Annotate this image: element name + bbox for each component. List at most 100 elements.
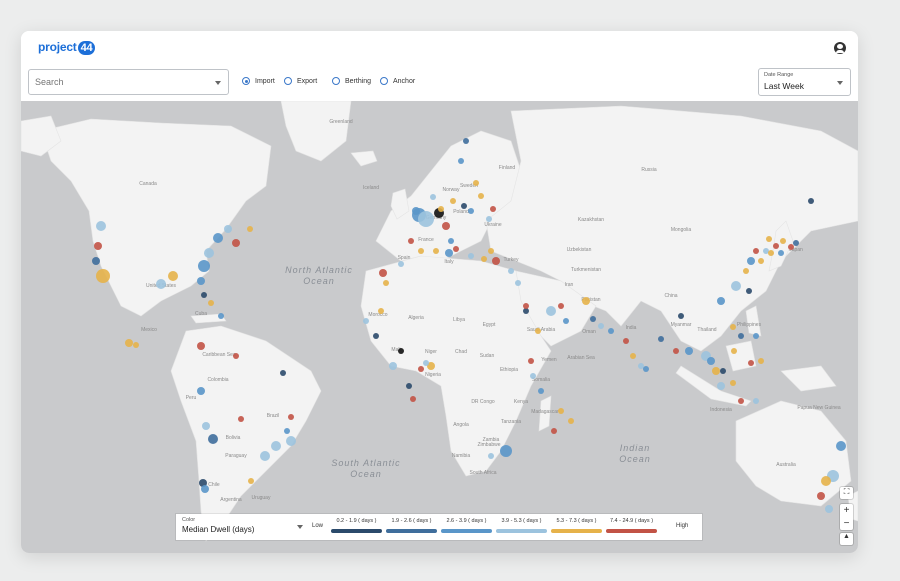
port-marker[interactable] <box>731 348 737 354</box>
zoom-out-button[interactable]: − <box>840 517 853 530</box>
port-marker[interactable] <box>238 416 244 422</box>
port-marker[interactable] <box>546 306 556 316</box>
compass-button[interactable]: ▲ <box>840 533 853 545</box>
port-marker[interactable] <box>758 358 764 364</box>
port-marker[interactable] <box>808 198 814 204</box>
port-marker[interactable] <box>92 257 100 265</box>
port-marker[interactable] <box>730 380 736 386</box>
port-marker[interactable] <box>793 240 799 246</box>
port-marker[interactable] <box>94 242 102 250</box>
map-canvas[interactable]: CanadaUnited StatesMexicoCubaCaribbean S… <box>21 101 858 553</box>
port-marker[interactable] <box>389 362 397 370</box>
port-marker[interactable] <box>490 206 496 212</box>
port-marker[interactable] <box>821 476 831 486</box>
port-marker[interactable] <box>418 366 424 372</box>
search-input[interactable] <box>29 70 211 94</box>
port-marker[interactable] <box>423 360 429 366</box>
port-marker[interactable] <box>530 373 536 379</box>
port-marker[interactable] <box>500 445 512 457</box>
port-marker[interactable] <box>383 280 389 286</box>
port-marker[interactable] <box>836 441 846 451</box>
chevron-down-icon[interactable] <box>837 81 843 85</box>
port-marker[interactable] <box>551 428 557 434</box>
port-marker[interactable] <box>582 297 590 305</box>
port-marker[interactable] <box>747 257 755 265</box>
port-marker[interactable] <box>197 342 205 350</box>
port-marker[interactable] <box>468 253 474 259</box>
port-marker[interactable] <box>538 388 544 394</box>
chevron-down-icon[interactable] <box>215 81 221 85</box>
port-marker[interactable] <box>445 249 453 257</box>
port-marker[interactable] <box>458 158 464 164</box>
port-marker[interactable] <box>535 328 541 334</box>
port-marker[interactable] <box>218 313 224 319</box>
radio-icon[interactable] <box>380 77 388 85</box>
radio-import[interactable]: Import <box>242 77 275 85</box>
port-marker[interactable] <box>363 318 369 324</box>
port-marker[interactable] <box>488 248 494 254</box>
port-marker[interactable] <box>486 216 492 222</box>
port-marker[interactable] <box>558 408 564 414</box>
port-marker[interactable] <box>398 348 404 354</box>
port-marker[interactable] <box>468 208 474 214</box>
date-range-select[interactable]: Date Range Last Week <box>758 68 851 96</box>
radio-icon[interactable] <box>284 77 292 85</box>
port-marker[interactable] <box>731 281 741 291</box>
port-marker[interactable] <box>418 211 434 227</box>
port-marker[interactable] <box>248 478 254 484</box>
port-marker[interactable] <box>204 248 214 258</box>
port-marker[interactable] <box>707 357 715 365</box>
port-marker[interactable] <box>773 243 779 249</box>
port-marker[interactable] <box>780 238 786 244</box>
port-marker[interactable] <box>201 485 209 493</box>
port-marker[interactable] <box>528 358 534 364</box>
port-marker[interactable] <box>568 418 574 424</box>
port-marker[interactable] <box>201 292 207 298</box>
port-marker[interactable] <box>753 248 759 254</box>
chevron-down-icon[interactable] <box>297 525 303 529</box>
port-marker[interactable] <box>224 225 232 233</box>
port-marker[interactable] <box>817 492 825 500</box>
port-marker[interactable] <box>232 239 240 247</box>
port-marker[interactable] <box>717 297 725 305</box>
port-marker[interactable] <box>208 434 218 444</box>
port-marker[interactable] <box>461 203 467 209</box>
port-marker[interactable] <box>125 339 133 347</box>
port-marker[interactable] <box>720 368 726 374</box>
port-marker[interactable] <box>288 414 294 420</box>
port-marker[interactable] <box>643 366 649 372</box>
port-marker[interactable] <box>373 333 379 339</box>
port-marker[interactable] <box>208 300 214 306</box>
port-marker[interactable] <box>430 194 436 200</box>
port-marker[interactable] <box>678 313 684 319</box>
port-marker[interactable] <box>438 206 444 212</box>
port-marker[interactable] <box>284 428 290 434</box>
port-marker[interactable] <box>453 246 459 252</box>
port-marker[interactable] <box>515 280 521 286</box>
port-marker[interactable] <box>638 363 644 369</box>
world-map[interactable]: Canada United States Mexico Cuba Caribbean S… <box>21 101 858 553</box>
port-marker[interactable] <box>508 268 514 274</box>
search-box[interactable] <box>28 69 229 95</box>
port-marker[interactable] <box>418 248 424 254</box>
radio-berthing[interactable]: Berthing <box>332 77 371 85</box>
radio-selected-icon[interactable] <box>242 77 250 85</box>
port-marker[interactable] <box>743 268 749 274</box>
port-marker[interactable] <box>410 396 416 402</box>
port-marker[interactable] <box>197 277 205 285</box>
port-marker[interactable] <box>523 303 529 309</box>
port-marker[interactable] <box>448 238 454 244</box>
port-marker[interactable] <box>492 257 500 265</box>
port-marker[interactable] <box>378 308 384 314</box>
port-marker[interactable] <box>271 441 281 451</box>
port-marker[interactable] <box>202 422 210 430</box>
port-marker[interactable] <box>247 226 253 232</box>
port-marker[interactable] <box>766 236 772 242</box>
port-marker[interactable] <box>658 336 664 342</box>
port-marker[interactable] <box>233 353 239 359</box>
port-marker[interactable] <box>630 353 636 359</box>
port-marker[interactable] <box>748 360 754 366</box>
port-marker[interactable] <box>738 398 744 404</box>
port-marker[interactable] <box>398 261 404 267</box>
port-marker[interactable] <box>286 436 296 446</box>
